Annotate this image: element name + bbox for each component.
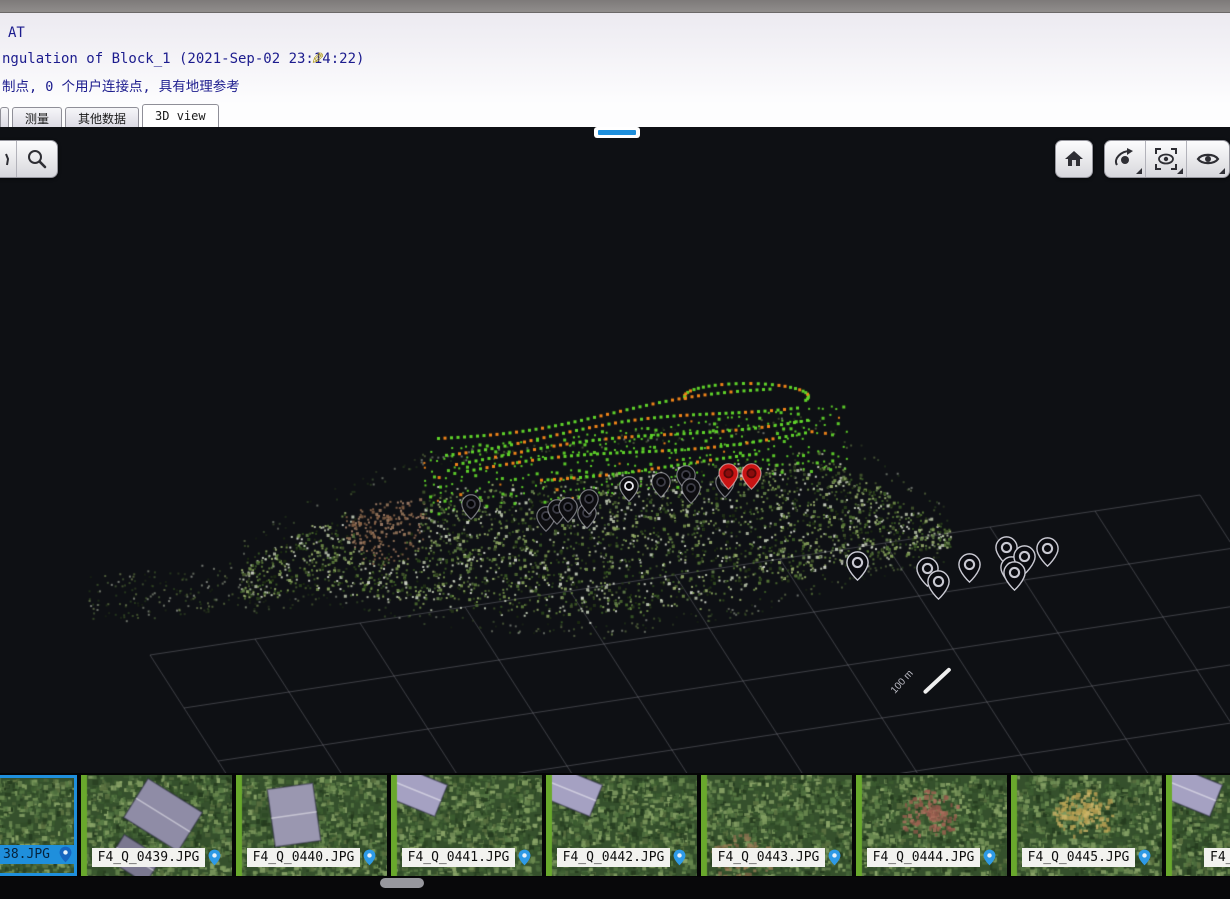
- photo-filename-label: F4_Q_0444.JPG: [867, 848, 981, 867]
- panel-splitter-handle[interactable]: [594, 127, 640, 138]
- camera-pin[interactable]: [681, 478, 701, 504]
- photo-filmstrip: 38.JPG F4_Q_0439.JPG F4_Q_0440.JPG F4_Q_044…: [0, 773, 1230, 877]
- home-view-button[interactable]: [1055, 140, 1093, 178]
- photo-filename-label: F4_Q_0440.JPG: [247, 848, 361, 867]
- dropdown-corner-icon: [1219, 168, 1225, 174]
- toolbar-right-group: [1104, 140, 1230, 178]
- toolbar-left-group: [0, 140, 58, 178]
- header-panel: AT ngulation of Block_1 (2021-Sep-02 23:…: [0, 13, 1230, 127]
- pencil-icon[interactable]: ✎: [311, 49, 324, 68]
- photo-thumbnail[interactable]: F4_Q_0439.JPG: [81, 775, 232, 876]
- camera-pin-outline[interactable]: [846, 551, 869, 581]
- tab-partial[interactable]: [0, 107, 9, 127]
- splitter-accent-bar: [598, 130, 636, 135]
- photo-location-pin-icon: [518, 849, 531, 866]
- focus-view-icon: [1153, 146, 1179, 172]
- photo-location-pin-icon: [828, 849, 841, 866]
- display-visibility-button[interactable]: [1187, 141, 1228, 177]
- photo-label-row: F4_Q_0444.JPG: [856, 848, 1007, 867]
- photo-thumbnail[interactable]: F4_Q_0445.JPG: [1011, 775, 1162, 876]
- photo-filename-label: F4_Q_0441.JPG: [402, 848, 516, 867]
- camera-pin[interactable]: [651, 472, 671, 498]
- photo-thumbnail[interactable]: F4_Q_0443.JPG: [701, 775, 852, 876]
- home-icon: [1062, 147, 1086, 171]
- orbit-icon: [1112, 146, 1138, 172]
- photo-location-pin-icon: [59, 846, 72, 863]
- tab-3d-view[interactable]: 3D view: [142, 104, 219, 127]
- block-summary: 制点, 0 个用户连接点, 具有地理参考: [2, 75, 240, 95]
- dropdown-corner-icon: [1136, 168, 1142, 174]
- filmstrip-scrollbar-track[interactable]: [0, 877, 1230, 899]
- photo-filename-label: F4_Q_0442.JPG: [557, 848, 671, 867]
- camera-pin-outline[interactable]: [1036, 537, 1059, 567]
- photo-filename-label: F4_Q_0439.JPG: [92, 848, 206, 867]
- tab-measure[interactable]: 测量: [12, 107, 62, 127]
- photo-label-row: F4_Q_0443.JPG: [701, 848, 852, 867]
- tab-other-data[interactable]: 其他数据: [65, 107, 139, 127]
- photo-filename-label: 38.JPG: [0, 845, 56, 864]
- photo-thumbnail[interactable]: 38.JPG: [0, 775, 77, 876]
- photo-filename-label: F4_Q_0: [1204, 848, 1230, 867]
- photo-label-row: F4_Q_0: [1166, 848, 1230, 867]
- camera-pin[interactable]: [461, 494, 481, 520]
- photo-thumbnail[interactable]: F4_Q_0440.JPG: [236, 775, 387, 876]
- photo-thumbnail[interactable]: F4_Q_0444.JPG: [856, 775, 1007, 876]
- point-cloud-canvas[interactable]: [0, 127, 1230, 877]
- partial-tool-button[interactable]: [0, 141, 17, 177]
- camera-pin-outline[interactable]: [958, 553, 981, 583]
- camera-pin-outline[interactable]: [927, 570, 950, 600]
- header-line-at: AT: [8, 25, 25, 41]
- camera-pin[interactable]: [558, 497, 578, 523]
- camera-pin-selected[interactable]: [619, 476, 639, 502]
- filmstrip-scrollbar-thumb[interactable]: [380, 878, 424, 888]
- photo-location-pin-icon: [208, 849, 221, 866]
- zoom-to-selection-button[interactable]: [1146, 141, 1187, 177]
- dropdown-corner-icon: [1177, 168, 1183, 174]
- photo-thumbnail[interactable]: F4_Q_0441.JPG: [391, 775, 542, 876]
- photo-label-row: F4_Q_0440.JPG: [236, 848, 387, 867]
- magnifier-icon: [25, 147, 49, 171]
- photo-filename-label: F4_Q_0445.JPG: [1022, 848, 1136, 867]
- photo-filename-label: F4_Q_0443.JPG: [712, 848, 826, 867]
- orbit-mode-button[interactable]: [1105, 141, 1146, 177]
- camera-pin-outline[interactable]: [1003, 561, 1026, 591]
- window-titlebar: [0, 0, 1230, 13]
- control-point-pin-red[interactable]: [718, 463, 739, 490]
- camera-pin[interactable]: [579, 489, 599, 515]
- photo-location-pin-icon: [983, 849, 996, 866]
- photo-label-row: F4_Q_0441.JPG: [391, 848, 542, 867]
- photo-thumbnail[interactable]: F4_Q_0442.JPG: [546, 775, 697, 876]
- photo-thumbnail[interactable]: F4_Q_0: [1166, 775, 1230, 876]
- photo-location-pin-icon: [673, 849, 686, 866]
- photo-location-pin-icon: [1138, 849, 1151, 866]
- photo-label-row: F4_Q_0439.JPG: [81, 848, 232, 867]
- zoom-tool-button[interactable]: [17, 141, 57, 177]
- photo-label-row: F4_Q_0442.JPG: [546, 848, 697, 867]
- photo-label-row: F4_Q_0445.JPG: [1011, 848, 1162, 867]
- photo-location-pin-icon: [363, 849, 376, 866]
- photo-label-row: 38.JPG: [0, 845, 74, 864]
- tab-bar: 测量 其他数据 3D view: [0, 104, 222, 127]
- visibility-icon: [1195, 146, 1221, 172]
- partial-tool-icon: [0, 147, 9, 171]
- control-point-pin-red[interactable]: [741, 463, 762, 490]
